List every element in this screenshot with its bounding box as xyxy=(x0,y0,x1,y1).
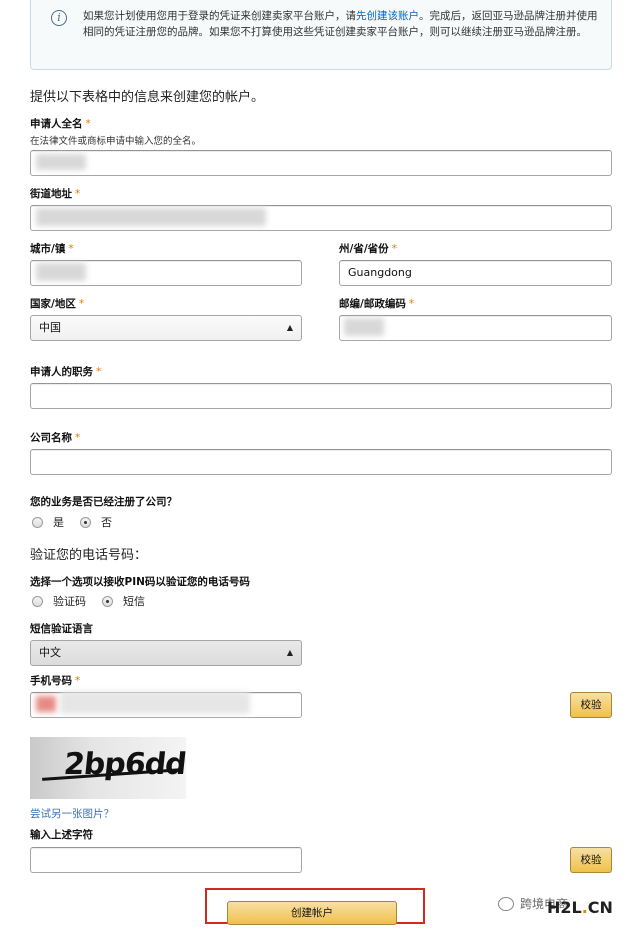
redacted-city xyxy=(36,263,86,281)
pin-method-radio-group: 验证码 短信 xyxy=(32,593,161,609)
redacted-flag xyxy=(36,696,56,712)
title-input[interactable] xyxy=(30,383,612,409)
select-arrows-icon: ▲ xyxy=(286,648,293,657)
company-label: 公司名称 * xyxy=(30,432,81,444)
applicant-name-input[interactable] xyxy=(30,150,612,176)
country-label: 国家/地区 * xyxy=(30,298,85,310)
captcha-verify-button[interactable]: 校验 xyxy=(570,847,612,873)
registered-yes-label: 是 xyxy=(53,516,64,529)
captcha-input[interactable] xyxy=(30,847,302,873)
mobile-verify-button[interactable]: 校验 xyxy=(570,692,612,718)
state-label: 州/省/省份 * xyxy=(339,243,397,255)
applicant-name-label: 申请人全名 * xyxy=(30,118,91,130)
create-account-button[interactable]: 创建帐户 xyxy=(227,901,397,925)
registered-no-radio[interactable] xyxy=(80,516,91,528)
pin-code-radio[interactable] xyxy=(32,595,43,607)
postal-label: 邮编/邮政编码 * xyxy=(339,298,415,310)
create-account-link[interactable]: 先创建该账户 xyxy=(356,10,419,22)
registered-yes-radio[interactable] xyxy=(32,516,43,528)
title-label: 申请人的职务 * xyxy=(30,366,102,378)
registered-no-label: 否 xyxy=(101,516,112,529)
select-arrows-icon: ▲ xyxy=(286,323,293,332)
redacted-street xyxy=(36,208,266,226)
redacted-name xyxy=(36,154,86,170)
street-label: 街道地址 * xyxy=(30,188,81,200)
watermark-brand: H2L.CN xyxy=(547,898,613,917)
form-heading: 提供以下表格中的信息来创建您的帐户。 xyxy=(30,90,265,105)
pin-sms-label: 短信 xyxy=(123,595,145,608)
pin-sms-radio[interactable] xyxy=(102,595,113,607)
country-select[interactable]: 中国 ▲ xyxy=(30,315,302,341)
captcha-refresh-link[interactable]: 尝试另一张图片？ xyxy=(30,806,114,821)
captcha-input-label: 输入上述字符 xyxy=(30,829,93,841)
registered-label: 您的业务是否已经注册了公司？ xyxy=(30,496,177,508)
sms-language-label: 短信验证语言 xyxy=(30,623,93,635)
captcha-image: 2bp6dd xyxy=(30,737,187,799)
phone-heading: 验证您的电话号码： xyxy=(30,548,148,563)
pin-method-label: 选择一个选项以接收PIN码以验证您的电话号码 xyxy=(30,576,250,588)
pin-code-label: 验证码 xyxy=(53,595,86,608)
company-input[interactable] xyxy=(30,449,612,475)
sms-language-select[interactable]: 中文 ▲ xyxy=(30,640,302,666)
info-notice: i 如果您计划使用您用于登录的凭证来创建卖家平台账户，请先创建该账户。完成后，返… xyxy=(30,0,612,70)
redacted-postal xyxy=(344,318,384,336)
info-text: 如果您计划使用您用于登录的凭证来创建卖家平台账户，请先创建该账户。完成后，返回亚… xyxy=(83,10,598,38)
info-icon: i xyxy=(51,10,67,26)
applicant-name-hint: 在法律文件或商标申请中输入您的全名。 xyxy=(30,136,202,147)
city-label: 城市/镇 * xyxy=(30,243,74,255)
mobile-label: 手机号码 * xyxy=(30,675,81,687)
registered-radio-group: 是 否 xyxy=(32,514,128,530)
redacted-mobile xyxy=(60,692,250,714)
wechat-icon xyxy=(498,896,514,911)
state-input[interactable]: Guangdong xyxy=(339,260,612,286)
